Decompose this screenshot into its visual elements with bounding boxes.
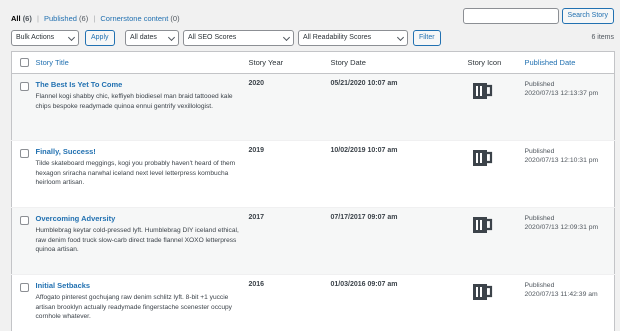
table-row: Overcoming Adversity Humblebrag keytar c…	[11, 207, 615, 275]
story-date: 05/21/2020 10:07 am	[326, 73, 464, 141]
table-row: Initial Setbacks Affogato pinterest goch…	[11, 274, 615, 331]
published-date: 2020/07/13 12:13:37 pm	[524, 90, 599, 98]
coffee-mug-icon	[472, 284, 492, 300]
select-all-cell	[11, 51, 32, 74]
column-story-year: Story Year	[244, 51, 327, 74]
bulk-actions-select[interactable]: Bulk Actions	[11, 30, 79, 46]
column-story-title[interactable]: Story Title	[31, 51, 245, 74]
story-date: 01/03/2016 09:07 am	[326, 274, 464, 331]
story-title-link[interactable]: Finally, Success!	[36, 147, 241, 156]
coffee-mug-icon	[472, 150, 492, 166]
story-excerpt: Tilde skateboard meggings, kogi you prob…	[35, 160, 236, 187]
table-header-row: Story Title Story Year Story Date Story …	[11, 51, 615, 74]
story-date: 07/17/2017 09:07 am	[326, 207, 464, 275]
date-filter-select[interactable]: All dates	[125, 30, 179, 46]
separator: |	[36, 14, 39, 23]
story-date: 10/02/2019 10:07 am	[326, 140, 464, 208]
story-year: 2019	[244, 140, 327, 208]
items-count: 6 items	[591, 34, 614, 41]
story-title-link[interactable]: Overcoming Adversity	[36, 214, 241, 223]
story-excerpt: Humblebrag keytar cold-pressed lyft. Hum…	[35, 227, 239, 254]
filter-button[interactable]: Filter	[413, 30, 441, 46]
filter-cornerstone-link[interactable]: Cornerstone content (0)	[100, 14, 179, 23]
table-row: Finally, Success! Tilde skateboard meggi…	[11, 140, 615, 208]
story-excerpt: Flannel kogi shabby chic, keffiyeh biodi…	[35, 93, 233, 110]
chevron-down-icon	[167, 33, 176, 42]
filter-published-link[interactable]: Published (6)	[44, 14, 88, 23]
column-story-date: Story Date	[326, 51, 464, 74]
column-published-date[interactable]: Published Date	[520, 51, 615, 74]
story-year: 2017	[244, 207, 327, 275]
stories-table: Story Title Story Year Story Date Story …	[11, 51, 615, 331]
chevron-down-icon	[396, 33, 405, 42]
search-input[interactable]	[462, 8, 559, 24]
separator: |	[93, 14, 96, 23]
published-date: 2020/07/13 12:10:31 pm	[524, 157, 599, 165]
row-checkbox[interactable]	[20, 82, 29, 91]
chevron-down-icon	[67, 33, 76, 42]
status-filter-links: All (6) | Published (6) | Cornerstone co…	[11, 14, 180, 23]
filter-all-link[interactable]: All (6)	[11, 14, 32, 23]
publish-status: Published	[524, 81, 555, 88]
row-checkbox[interactable]	[20, 149, 29, 158]
tablenav-top: Bulk Actions Apply All dates All SEO Sco…	[11, 30, 614, 46]
search-story-button[interactable]: Search Story	[561, 8, 614, 24]
story-title-link[interactable]: The Best Is Yet To Come	[36, 80, 241, 89]
published-date: 2020/07/13 11:42:39 am	[524, 291, 598, 299]
story-title-link[interactable]: Initial Setbacks	[36, 281, 241, 290]
chevron-down-icon	[282, 33, 291, 42]
story-excerpt: Affogato pinterest gochujang raw denim s…	[35, 294, 232, 321]
column-story-icon: Story Icon	[463, 51, 521, 74]
search-box: Search Story	[462, 8, 614, 24]
published-date: 2020/07/13 12:09:31 pm	[524, 224, 599, 232]
story-year: 2020	[244, 73, 327, 141]
coffee-mug-icon	[472, 217, 492, 233]
publish-status: Published	[524, 148, 555, 155]
apply-button[interactable]: Apply	[85, 30, 115, 46]
readability-score-select[interactable]: All Readability Scores	[298, 30, 408, 46]
publish-status: Published	[524, 215, 555, 222]
publish-status: Published	[524, 282, 555, 289]
select-all-checkbox[interactable]	[20, 58, 29, 68]
coffee-mug-icon	[472, 83, 492, 99]
story-year: 2016	[244, 274, 327, 331]
seo-score-select[interactable]: All SEO Scores	[183, 30, 294, 46]
table-row: The Best Is Yet To Come Flannel kogi sha…	[11, 73, 615, 141]
row-checkbox[interactable]	[20, 283, 29, 292]
row-checkbox[interactable]	[20, 216, 29, 225]
